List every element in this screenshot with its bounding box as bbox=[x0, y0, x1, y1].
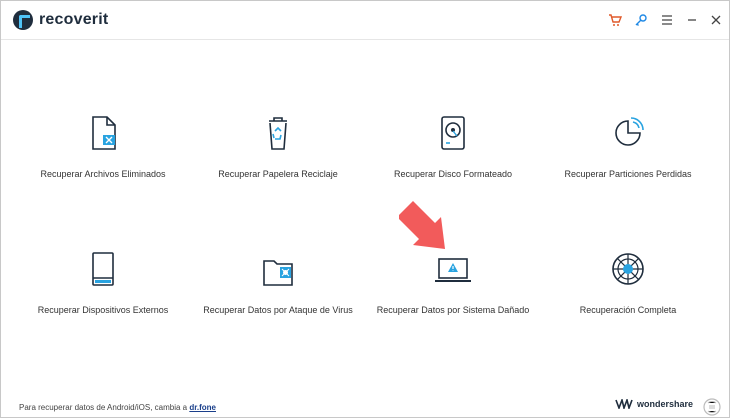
recovery-options-grid: Recuperar Archivos Eliminados Recuperar … bbox=[1, 39, 729, 379]
brand-logo: wondershare bbox=[615, 399, 693, 409]
partition-icon bbox=[615, 117, 644, 146]
option-label: Recuperar Datos por Sistema Dañado bbox=[376, 305, 530, 315]
option-lost-partitions[interactable]: Recuperar Particiones Perdidas bbox=[538, 111, 718, 179]
option-label: Recuperación Completa bbox=[579, 305, 677, 315]
app-logo: recoverit bbox=[13, 10, 108, 30]
option-external-devices[interactable]: Recuperar Dispositivos Externos bbox=[13, 247, 193, 315]
close-icon[interactable] bbox=[707, 11, 725, 29]
drfone-link[interactable]: dr.fone bbox=[189, 403, 216, 412]
virus-folder-icon bbox=[263, 260, 293, 286]
footer-note: Para recuperar datos de Android/iOS, cam… bbox=[19, 403, 216, 412]
option-label: Recuperar Particiones Perdidas bbox=[564, 169, 692, 179]
menu-icon[interactable] bbox=[658, 11, 676, 29]
minimize-icon[interactable] bbox=[683, 11, 701, 29]
brand-name: wondershare bbox=[636, 399, 693, 409]
option-virus-attack[interactable]: Recuperar Datos por Ataque de Virus bbox=[188, 247, 368, 315]
option-formatted-disk[interactable]: Recuperar Disco Formateado bbox=[363, 111, 543, 179]
recycle-bin-icon bbox=[269, 117, 287, 150]
option-deleted-files[interactable]: Recuperar Archivos Eliminados bbox=[13, 111, 193, 179]
complete-recovery-icon bbox=[612, 253, 644, 285]
watermark-icon bbox=[703, 398, 721, 416]
option-label: Recuperar Archivos Eliminados bbox=[40, 169, 166, 179]
title-bar: recoverit bbox=[1, 1, 729, 40]
key-icon[interactable] bbox=[632, 11, 650, 29]
option-label: Recuperar Papelera Reciclaje bbox=[218, 169, 338, 179]
option-label: Recuperar Datos por Ataque de Virus bbox=[203, 305, 353, 315]
cart-icon[interactable] bbox=[606, 11, 624, 29]
hard-drive-icon bbox=[441, 116, 465, 150]
recoverit-logo-icon bbox=[13, 10, 33, 30]
option-crashed-system[interactable]: Recuperar Datos por Sistema Dañado bbox=[363, 247, 543, 315]
wondershare-logo-icon bbox=[615, 399, 633, 409]
app-name: recoverit bbox=[39, 11, 109, 28]
external-device-icon bbox=[92, 252, 114, 286]
option-label: Recuperar Disco Formateado bbox=[393, 169, 513, 179]
app-window: recoverit Recuperar Archivos Eliminados … bbox=[0, 0, 730, 418]
pointer-arrow-icon bbox=[399, 201, 445, 249]
option-label: Recuperar Dispositivos Externos bbox=[37, 305, 169, 315]
option-complete-recovery[interactable]: Recuperación Completa bbox=[538, 247, 718, 315]
deleted-file-icon bbox=[92, 116, 116, 150]
footer-text: Para recuperar datos de Android/iOS, cam… bbox=[19, 403, 190, 412]
option-recycle-bin[interactable]: Recuperar Papelera Reciclaje bbox=[188, 111, 368, 179]
